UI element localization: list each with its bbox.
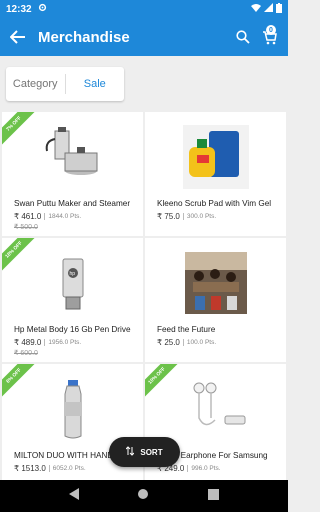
product-price: ₹ 489.0 xyxy=(14,338,42,347)
back-nav-icon[interactable] xyxy=(69,487,80,505)
sort-icon xyxy=(126,446,135,458)
wifi-icon xyxy=(251,3,261,15)
filter-tabs: Category Sale xyxy=(6,67,124,101)
cart-count-badge: 0 xyxy=(266,25,276,35)
tab-category[interactable]: Category xyxy=(6,78,65,90)
old-price: ₹ 500.0 xyxy=(14,224,38,231)
product-card[interactable]: 7% OFF Swan Puttu Maker and Steamer ₹ 46… xyxy=(2,112,143,236)
product-points: 1956.0 Pts. xyxy=(44,339,81,346)
product-card[interactable]: 6% OFF MILTON DUO WITH HAND ₹ 1513.0 605… xyxy=(2,364,143,488)
tab-sale[interactable]: Sale xyxy=(66,78,125,90)
product-points: 300.0 Pts. xyxy=(182,213,216,220)
svg-text:hp: hp xyxy=(69,271,75,277)
product-image-earphone xyxy=(145,374,286,444)
product-card[interactable]: Kleeno Scrub Pad with Vim Gel ₹ 75.0 300… xyxy=(145,112,286,236)
product-price: ₹ 1513.0 xyxy=(14,464,46,473)
price-row: ₹ 1513.0 6052.0 Pts. xyxy=(14,464,86,473)
status-time: 12:32 xyxy=(6,3,32,15)
price-row: ₹ 461.0 1844.0 Pts. xyxy=(14,212,81,221)
product-price: ₹ 25.0 xyxy=(157,338,180,347)
product-image-pen-drive: hp xyxy=(2,248,143,318)
product-points: 100.0 Pts. xyxy=(182,339,216,346)
system-nav-bar xyxy=(0,480,288,512)
sort-label: SORT xyxy=(140,447,163,457)
price-row: ₹ 489.0 1956.0 Pts. xyxy=(14,338,81,347)
product-image-scrub-pad xyxy=(145,122,286,192)
old-price: ₹ 600.0 xyxy=(14,350,38,357)
status-bar: 12:32 xyxy=(0,0,288,18)
back-arrow-icon[interactable] xyxy=(10,30,26,44)
price-row: ₹ 75.0 300.0 Pts. xyxy=(157,212,216,221)
product-card[interactable]: 10% OFF Wired Earphone For Samsung ₹ 249… xyxy=(145,364,286,488)
product-image-feed-the-future xyxy=(145,248,286,318)
search-icon[interactable] xyxy=(236,30,250,44)
settings-icon xyxy=(38,3,47,15)
product-price: ₹ 461.0 xyxy=(14,212,42,221)
home-nav-icon[interactable] xyxy=(137,487,149,505)
product-points: 996.0 Pts. xyxy=(187,465,221,472)
page-title: Merchandise xyxy=(38,28,130,46)
recents-nav-icon[interactable] xyxy=(207,487,219,505)
product-name: Feed the Future xyxy=(157,325,216,334)
product-price: ₹ 75.0 xyxy=(157,212,180,221)
product-name: Kleeno Scrub Pad with Vim Gel xyxy=(157,199,272,208)
product-grid: 7% OFF Swan Puttu Maker and Steamer ₹ 46… xyxy=(2,112,286,488)
signal-icon xyxy=(264,3,273,15)
product-image-puttu-maker xyxy=(2,122,143,192)
product-points: 1844.0 Pts. xyxy=(44,213,81,220)
app-bar: Merchandise 0 xyxy=(0,18,288,56)
product-points: 6052.0 Pts. xyxy=(48,465,86,472)
product-name: Swan Puttu Maker and Steamer xyxy=(14,199,131,208)
price-row: ₹ 25.0 100.0 Pts. xyxy=(157,338,216,347)
product-name: Hp Metal Body 16 Gb Pen Drive xyxy=(14,325,131,334)
battery-icon xyxy=(276,2,282,16)
cart-button[interactable]: 0 xyxy=(262,25,278,45)
product-card[interactable]: Feed the Future ₹ 25.0 100.0 Pts. xyxy=(145,238,286,362)
sort-button[interactable]: SORT xyxy=(109,437,180,467)
product-image-bottle xyxy=(2,374,143,444)
product-card[interactable]: 18% OFF hp Hp Metal Body 16 Gb Pen Drive… xyxy=(2,238,143,362)
